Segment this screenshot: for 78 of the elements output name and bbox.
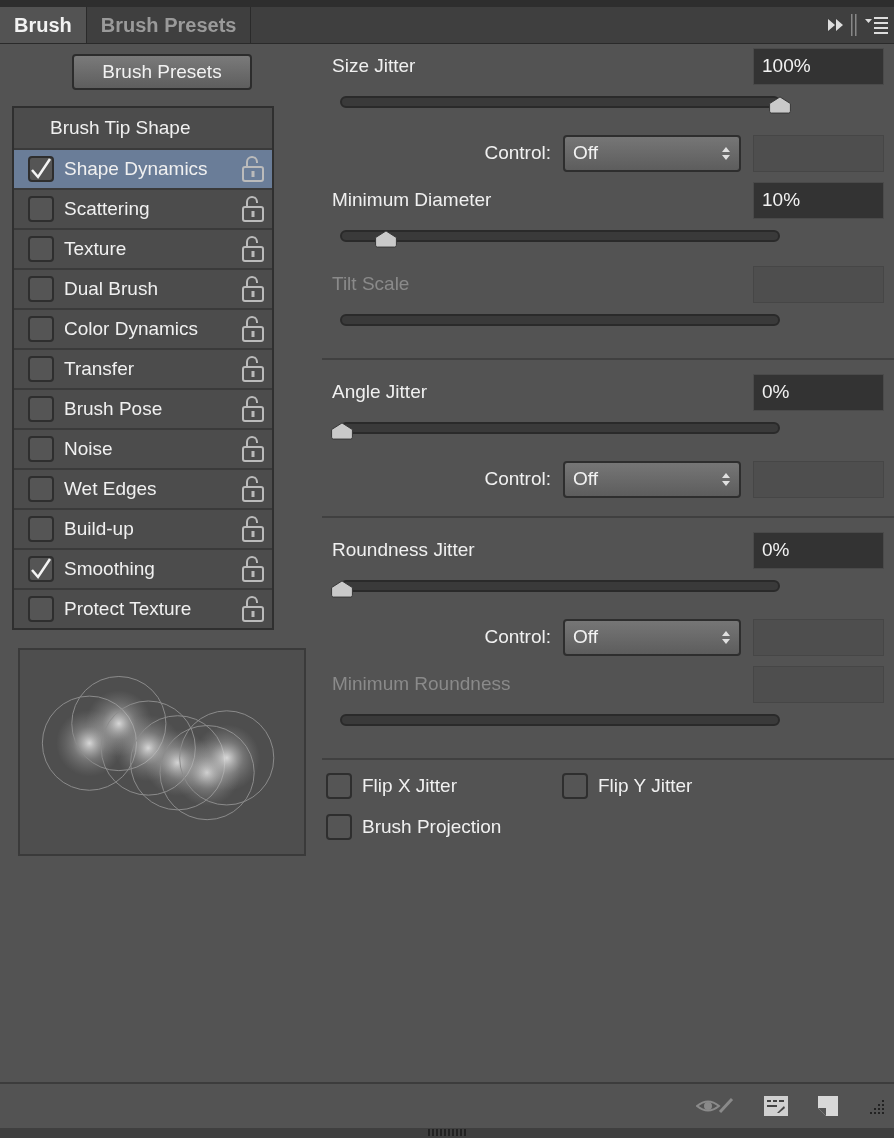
checkbox[interactable] bbox=[28, 556, 54, 582]
checkbox[interactable] bbox=[28, 236, 54, 262]
value-field[interactable]: 0% bbox=[753, 531, 884, 569]
eye-brush-icon[interactable] bbox=[696, 1096, 734, 1116]
collapse-icon[interactable] bbox=[828, 19, 843, 31]
brush-option-item[interactable]: Build-up bbox=[14, 508, 272, 548]
slider-thumb[interactable] bbox=[768, 96, 792, 114]
unlock-icon[interactable] bbox=[242, 476, 264, 502]
value-field[interactable]: 0% bbox=[753, 373, 884, 411]
checkbox-label: Brush Projection bbox=[362, 814, 502, 839]
value-field[interactable]: 100% bbox=[753, 47, 884, 85]
checkbox-label: Flip X Jitter bbox=[362, 774, 458, 798]
slider-track[interactable] bbox=[340, 314, 780, 326]
unlock-icon[interactable] bbox=[242, 556, 264, 582]
checkbox[interactable] bbox=[28, 436, 54, 462]
unlock-icon[interactable] bbox=[242, 516, 264, 542]
setting-label: Angle Jitter bbox=[332, 379, 429, 404]
stepper-arrows-icon bbox=[721, 145, 731, 161]
brush-option-item[interactable]: Wet Edges bbox=[14, 468, 272, 508]
slider-thumb[interactable] bbox=[373, 230, 398, 248]
checkbox[interactable] bbox=[28, 316, 54, 342]
control-dropdown[interactable]: Off bbox=[563, 134, 741, 172]
checkbox[interactable] bbox=[28, 596, 54, 622]
brush-option-item[interactable]: Smoothing bbox=[14, 548, 272, 588]
unlock-icon[interactable] bbox=[242, 156, 264, 182]
unlock-icon[interactable] bbox=[242, 316, 264, 342]
unlock-icon[interactable] bbox=[242, 276, 264, 302]
checkbox[interactable] bbox=[326, 813, 352, 840]
setting-label: Roundness Jitter bbox=[332, 537, 476, 562]
slider-track[interactable] bbox=[340, 714, 780, 726]
checkbox[interactable] bbox=[562, 773, 588, 800]
checkbox[interactable] bbox=[28, 356, 54, 382]
brush-grid-icon[interactable] bbox=[764, 1096, 788, 1116]
brush-presets-button[interactable]: Brush Presets bbox=[72, 54, 252, 90]
checkbox[interactable] bbox=[28, 516, 54, 542]
checkbox[interactable] bbox=[28, 276, 54, 302]
setting-label: Size Jitter bbox=[332, 53, 417, 78]
stepper-arrows-icon bbox=[721, 471, 731, 487]
brush-option-item[interactable]: Shape Dynamics bbox=[14, 148, 272, 188]
control-dropdown[interactable]: Off bbox=[563, 460, 741, 498]
control-label: Control: bbox=[484, 466, 551, 491]
brush-option-item[interactable]: Scattering bbox=[14, 188, 272, 228]
setting-label: Minimum Diameter bbox=[332, 187, 493, 212]
menu-icon[interactable] bbox=[865, 15, 888, 35]
checkbox[interactable] bbox=[28, 396, 54, 422]
checkbox[interactable] bbox=[28, 156, 54, 182]
brush-option-item[interactable]: Dual Brush bbox=[14, 268, 272, 308]
control-label: Control: bbox=[484, 140, 551, 165]
unlock-icon[interactable] bbox=[242, 356, 264, 382]
checkbox[interactable] bbox=[28, 196, 54, 222]
drag-handle-icon[interactable] bbox=[851, 14, 857, 36]
resize-grip-icon[interactable] bbox=[427, 1128, 467, 1136]
unlock-icon[interactable] bbox=[242, 396, 264, 422]
brush-option-item[interactable]: Protect Texture bbox=[14, 588, 272, 628]
unlock-icon[interactable] bbox=[242, 236, 264, 262]
control-dropdown[interactable]: Off bbox=[563, 618, 741, 656]
stepper-arrows-icon bbox=[721, 629, 731, 645]
checkbox-label: Flip Y Jitter bbox=[598, 774, 693, 798]
checkbox[interactable] bbox=[28, 476, 54, 502]
brush-option-item[interactable]: Brush Pose bbox=[14, 388, 272, 428]
tab[interactable]: Brush bbox=[0, 7, 87, 43]
resize-corner-icon[interactable] bbox=[868, 1098, 884, 1114]
brush-option-item[interactable]: Color Dynamics bbox=[14, 308, 272, 348]
brush-option-item[interactable]: Transfer bbox=[14, 348, 272, 388]
unlock-icon[interactable] bbox=[242, 436, 264, 462]
checkbox[interactable] bbox=[326, 773, 352, 800]
slider-thumb[interactable] bbox=[330, 422, 354, 440]
control-label: Control: bbox=[484, 624, 551, 649]
brush-option-item[interactable]: Noise bbox=[14, 428, 272, 468]
new-preset-icon[interactable] bbox=[818, 1096, 838, 1116]
slider-track[interactable] bbox=[340, 96, 780, 108]
brush-option-item[interactable]: Brush Tip Shape bbox=[14, 108, 272, 148]
brush-option-item[interactable]: Texture bbox=[14, 228, 272, 268]
unlock-icon[interactable] bbox=[242, 596, 264, 622]
slider-thumb[interactable] bbox=[330, 580, 354, 598]
slider-track[interactable] bbox=[340, 230, 780, 242]
unlock-icon[interactable] bbox=[242, 196, 264, 222]
value-field[interactable]: 10% bbox=[753, 181, 884, 219]
